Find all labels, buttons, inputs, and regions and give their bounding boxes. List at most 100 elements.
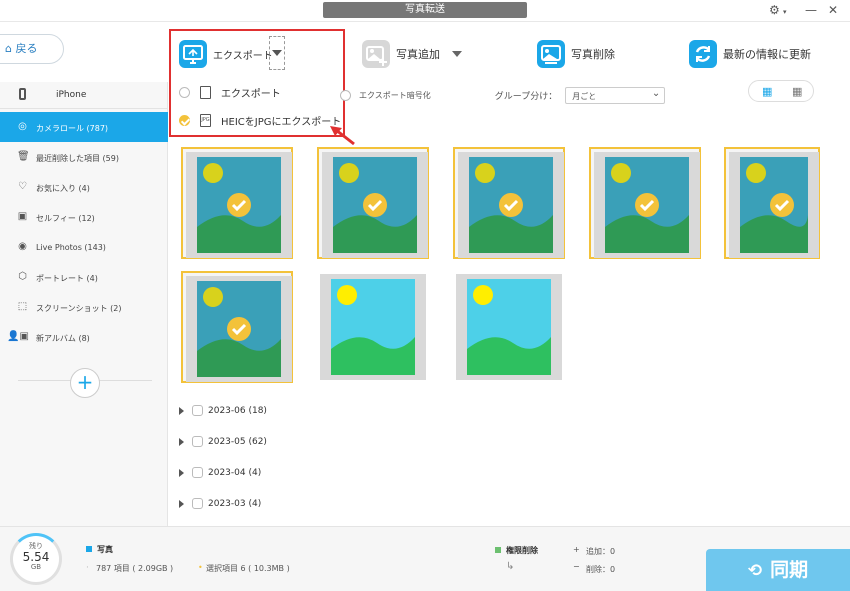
phone-icon [19, 88, 26, 100]
group-checkbox[interactable] [192, 498, 203, 509]
group-label: 2023-03 (4) [208, 498, 262, 509]
menu-item-export[interactable]: エクスポート [179, 85, 281, 100]
return-arrow-icon: ↳ [506, 561, 515, 572]
photo-thumbnail[interactable] [181, 271, 293, 383]
group-by-select[interactable]: 月ごと ⌄ [565, 86, 666, 104]
sync-label: 同期 [770, 559, 809, 581]
group-row[interactable]: 2023-03 (4) [179, 498, 261, 509]
portrait-icon: ▣ [17, 211, 28, 222]
grid-large-icon[interactable]: ▦ [762, 85, 772, 98]
refresh-button[interactable]: 最新の情報に更新 [689, 38, 811, 70]
file-icon [200, 86, 211, 99]
sidebar-item-label: セルフィー (12) [36, 214, 95, 223]
status-bar: 残り 5.54 GB 写真 · 787 項目 ( 2.09GB ) • 選択項目… [0, 526, 850, 591]
radio-unchecked-icon [179, 87, 190, 98]
menu-item-heic-to-jpg[interactable]: JPG HEICをJPGにエクスポート [179, 113, 341, 128]
delete-photo-button[interactable]: 写真削除 [537, 38, 615, 70]
heart-icon: ♡ [18, 181, 27, 192]
sidebar-item-label: スクリーンショット (2) [36, 304, 122, 313]
title-bar: 写真転送 ⚙ ▾ — ✕ [0, 0, 850, 22]
group-label: 2023-06 (18) [208, 405, 267, 416]
device-selector[interactable]: iPhone [0, 82, 168, 109]
group-checkbox[interactable] [192, 436, 203, 447]
dot-icon: · [86, 563, 89, 573]
filter-row: エクスポート暗号化 グループ分け： 月ごと ⌄ [340, 85, 666, 105]
chevron-down-icon[interactable]: ▾ [783, 8, 787, 16]
expand-triangle-icon[interactable] [179, 468, 184, 477]
expand-triangle-icon[interactable] [179, 437, 184, 446]
expand-triangle-icon[interactable] [179, 406, 184, 415]
group-checkbox[interactable] [192, 467, 203, 478]
sidebar-item-new-album[interactable]: 👤▣ 新アルバム (8) [0, 322, 168, 352]
group-label: 2023-04 (4) [208, 467, 262, 478]
photo-thumbnail[interactable] [453, 147, 565, 259]
sync-button[interactable]: ⟲ 同期 [706, 549, 850, 591]
sidebar-item-label: お気に入り (4) [36, 184, 90, 193]
gear-icon[interactable]: ⚙ [769, 3, 780, 17]
group-checkbox[interactable] [192, 405, 203, 416]
plus-icon: + [573, 545, 580, 554]
group-row[interactable]: 2023-06 (18) [179, 405, 267, 416]
photo-image [458, 152, 564, 258]
sidebar-item-screenshots[interactable]: ⬚ スクリーンショット (2) [0, 292, 168, 322]
photo-image [186, 276, 292, 382]
pointer-arrow-icon [330, 126, 355, 146]
storage-gauge: 残り 5.54 GB [10, 533, 62, 585]
photo-thumbnail[interactable] [589, 147, 701, 259]
sidebar: iPhone ◎ カメラロール (787) 🗑 最近削除した項目 (59) ♡ … [0, 82, 168, 526]
export-label: エクスポート [213, 50, 273, 62]
back-button[interactable]: ⌂ 戻る [0, 34, 64, 64]
delete-photo-icon [537, 40, 565, 68]
add-photo-button[interactable]: 写真追加 [362, 38, 462, 70]
close-icon[interactable]: ✕ [828, 3, 838, 17]
minus-icon: − [573, 562, 580, 571]
sidebar-item-selfie[interactable]: ▣ セルフィー (12) [0, 202, 168, 232]
add-album-button[interactable]: + [70, 368, 100, 398]
photo-image [456, 274, 562, 380]
category-label: 写真 [97, 545, 113, 554]
add-photo-label: 写真追加 [396, 48, 440, 61]
chevron-down-icon [272, 50, 282, 56]
radio-checked-icon [179, 115, 190, 126]
add-photo-icon [362, 40, 390, 68]
plus-icon: + [76, 370, 94, 394]
photo-thumbnail[interactable] [453, 271, 565, 383]
sidebar-item-portrait[interactable]: ⬡ ポートレート (4) [0, 262, 168, 292]
device-name: iPhone [56, 90, 87, 100]
sidebar-item-live-photos[interactable]: ◉ Live Photos (143) [0, 232, 168, 262]
photo-thumbnail[interactable] [317, 271, 429, 383]
encrypt-checkbox[interactable] [340, 89, 351, 101]
photo-thumbnail[interactable] [317, 147, 429, 259]
permission-delete-label: 権限削除 [506, 546, 538, 555]
refresh-icon [689, 40, 717, 68]
export-dropdown-toggle[interactable] [269, 36, 285, 70]
group-label: 2023-05 (62) [208, 436, 267, 447]
sync-icon: ⟲ [747, 561, 763, 581]
sidebar-item-label: ポートレート (4) [36, 274, 98, 283]
window-title: 写真転送 [323, 2, 527, 18]
selected-items: 選択項目 6 ( 10.3MB ) [206, 564, 290, 573]
delete-photo-label: 写真削除 [571, 48, 615, 61]
photo-legend-swatch [86, 546, 92, 552]
sidebar-item-label: 新アルバム (8) [36, 334, 90, 343]
group-row[interactable]: 2023-05 (62) [179, 436, 267, 447]
back-label: 戻る [15, 42, 38, 55]
group-row[interactable]: 2023-04 (4) [179, 467, 261, 478]
minimize-icon[interactable]: — [805, 3, 817, 17]
toolbar: ⌂ 戻る 写真追加 写真削除 最新の情報に更新 [0, 22, 850, 82]
export-menu: エクスポート エクスポート JPG HEICをJPGにエクスポート [169, 29, 345, 137]
view-toggle: ▦ ▦ [748, 80, 814, 102]
export-button[interactable]: エクスポート [179, 38, 273, 70]
permission-legend-swatch [495, 547, 501, 553]
sidebar-item-favorites[interactable]: ♡ お気に入り (4) [0, 172, 168, 202]
sidebar-item-recently-deleted[interactable]: 🗑 最近削除した項目 (59) [0, 142, 168, 172]
photo-thumbnail[interactable] [724, 147, 820, 259]
photo-image [322, 152, 428, 258]
photo-thumbnail[interactable] [181, 147, 293, 259]
storage-remaining-value: 5.54 [22, 550, 50, 564]
sidebar-item-camera-roll[interactable]: ◎ カメラロール (787) [0, 112, 168, 142]
expand-triangle-icon[interactable] [179, 499, 184, 508]
cube-icon: ⬡ [18, 271, 27, 282]
chevron-down-icon[interactable] [452, 51, 462, 57]
grid-small-icon[interactable]: ▦ [792, 85, 802, 98]
